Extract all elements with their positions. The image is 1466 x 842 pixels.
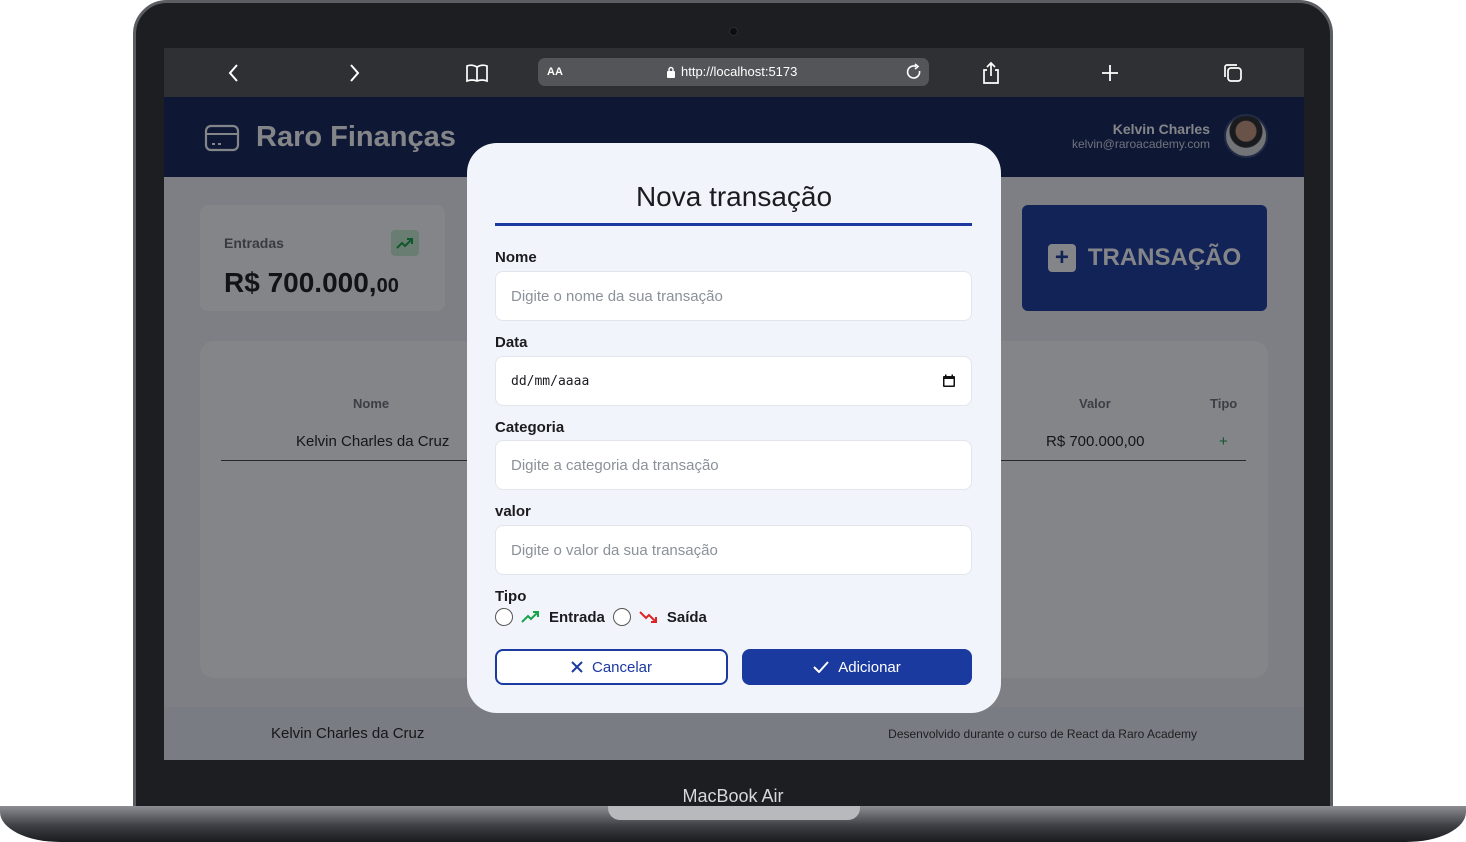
trending-down-icon — [639, 611, 657, 623]
date-input[interactable]: dd/mm/aaaa — [495, 356, 972, 406]
calendar-icon[interactable] — [942, 374, 956, 388]
name-input[interactable] — [495, 271, 972, 321]
tabs-overview-icon[interactable] — [1220, 60, 1246, 86]
bookmarks-icon[interactable] — [464, 60, 490, 86]
camera — [729, 27, 738, 36]
type-label: Tipo — [495, 588, 527, 605]
name-label: Nome — [495, 249, 537, 266]
cancel-label: Cancelar — [591, 658, 653, 676]
share-icon[interactable] — [978, 60, 1004, 86]
entrada-label[interactable]: Entrada — [549, 609, 605, 626]
url-text: http://localhost:5173 — [681, 64, 798, 79]
date-placeholder: dd/mm/aaaa — [511, 373, 590, 389]
title-divider — [495, 223, 972, 226]
lock-icon — [667, 66, 675, 78]
category-input[interactable] — [495, 440, 972, 490]
modal-title: Nova transação — [635, 181, 833, 212]
check-icon — [813, 661, 829, 673]
trending-up-icon — [521, 611, 539, 623]
reload-icon[interactable] — [904, 62, 924, 82]
new-tab-icon[interactable] — [1097, 60, 1123, 86]
back-icon[interactable] — [221, 60, 247, 86]
laptop-notch — [608, 806, 860, 820]
device-label: MacBook Air — [682, 786, 784, 806]
reader-button[interactable]: AA — [547, 66, 563, 78]
add-label: Adicionar — [838, 658, 901, 676]
date-label: Data — [495, 334, 528, 351]
forward-icon[interactable] — [341, 60, 367, 86]
address-bar[interactable]: AA http://localhost:5173 — [538, 58, 929, 86]
type-options: Entrada Saída — [495, 608, 707, 626]
screen: AA http://localhost:5173 Raro Finanças K… — [164, 48, 1304, 760]
new-transaction-modal: Nova transação Nome Data dd/mm/aaaa Cate… — [467, 143, 1001, 713]
value-label: valor — [495, 503, 531, 520]
value-input[interactable] — [495, 525, 972, 575]
close-icon — [571, 661, 583, 673]
category-label: Categoria — [495, 419, 565, 436]
radio-entrada[interactable] — [495, 608, 513, 626]
saida-label[interactable]: Saída — [667, 609, 707, 626]
browser-toolbar: AA http://localhost:5173 — [164, 48, 1304, 97]
cancel-button[interactable]: Cancelar — [495, 649, 728, 685]
add-button[interactable]: Adicionar — [742, 649, 972, 685]
radio-saida[interactable] — [612, 608, 631, 626]
